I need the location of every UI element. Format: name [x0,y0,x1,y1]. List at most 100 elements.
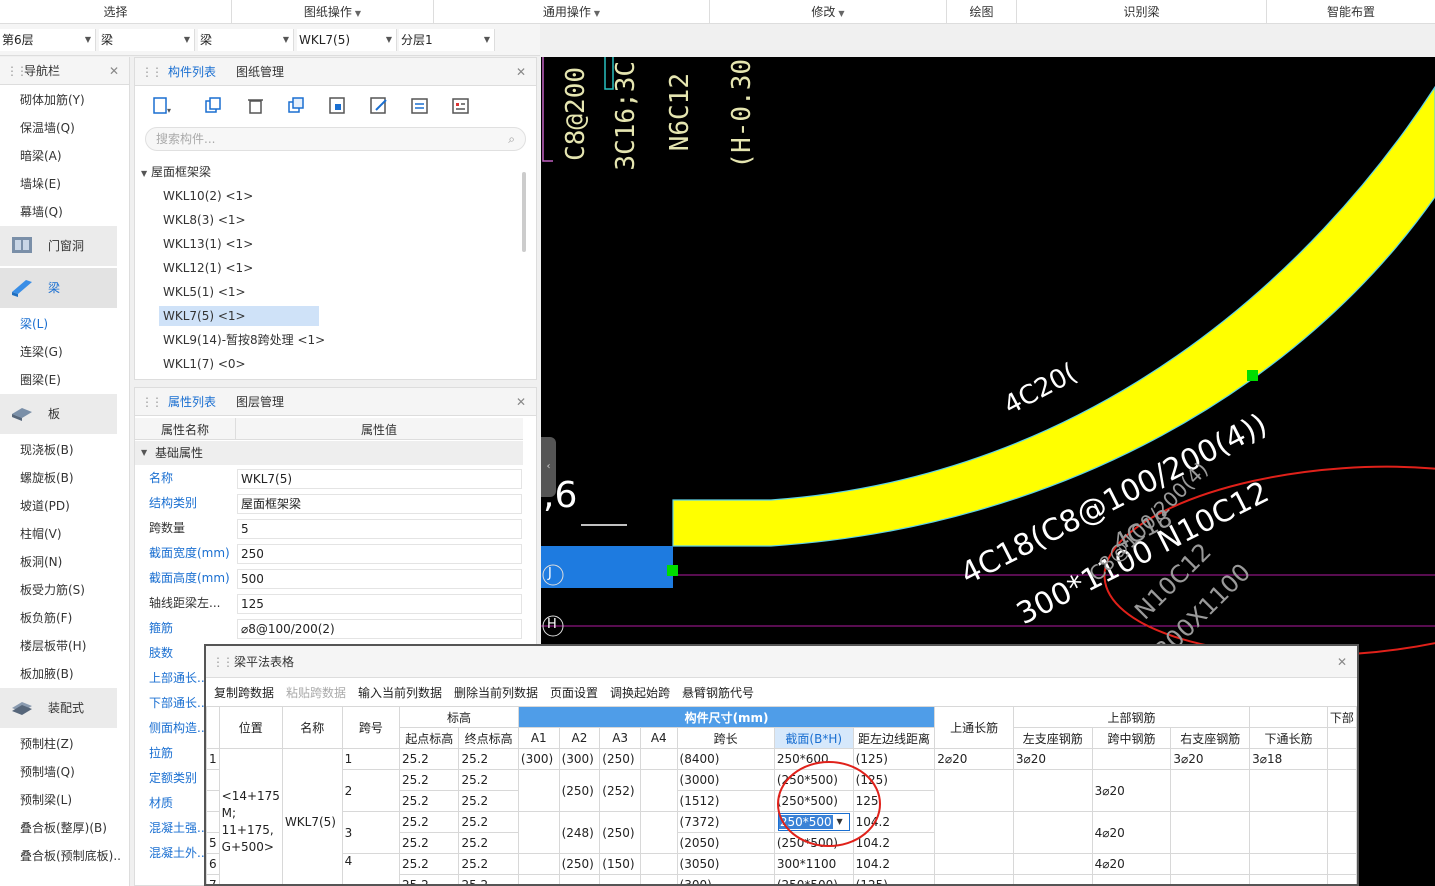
table-row[interactable]: 6 4 25.2 25.2 (250) (150) (3050) 300*110… [206,853,1357,884]
cell[interactable]: (8400) [676,748,775,770]
cell[interactable]: 25.2 [399,748,460,770]
cell[interactable]: (250) [599,748,641,770]
nav-item[interactable]: 预制柱(Z) [20,734,74,754]
tree-item[interactable]: WKL10(2) <1> [159,186,257,206]
cell[interactable] [1249,811,1328,854]
property-value[interactable]: 屋面框架梁 [237,494,522,514]
tab-properties[interactable]: 属性列表 [168,388,216,416]
tree-root[interactable]: ▼ 屋面框架梁 [141,162,211,182]
cell[interactable]: (250) [558,853,601,875]
cell[interactable]: 4⌀20 [1091,811,1172,854]
close-icon[interactable]: ✕ [516,388,526,416]
nav-item[interactable]: 幕墙(Q) [20,202,63,222]
cell[interactable]: 25.2 [399,790,460,812]
cell[interactable] [1326,853,1357,875]
cell[interactable]: 25.2 [399,832,460,854]
section-basic[interactable]: ▼ 基础属性 [135,441,523,465]
nav-item[interactable]: 连梁(G) [20,342,63,362]
nav-group-beam[interactable]: 梁 [0,268,117,308]
input-column-button[interactable]: 输入当前列数据 [358,684,442,701]
cell[interactable] [1249,769,1328,812]
scrollbar[interactable] [522,172,526,252]
cell[interactable] [517,853,560,875]
cell[interactable] [1012,874,1093,884]
cell[interactable] [1326,769,1357,812]
cell[interactable]: 25.2 [458,769,519,791]
cell[interactable]: 25.2 [399,811,460,833]
cell[interactable] [558,874,601,884]
cantilever-code-button[interactable]: 悬臂钢筋代号 [682,684,754,701]
nav-item[interactable]: 板受力筋(S) [20,580,85,600]
cell[interactable] [1249,853,1328,875]
type-select[interactable]: 梁 ▼ [99,29,195,51]
nav-item[interactable]: 螺旋板(B) [20,468,74,488]
tree-item[interactable]: WKL12(1) <1> [159,258,257,278]
cell[interactable] [934,769,1014,812]
cell[interactable]: 25.2 [458,811,519,833]
property-value[interactable]: WKL7(5) [237,469,522,489]
nav-item[interactable]: 板加腋(B) [20,664,74,684]
cell[interactable] [517,769,560,812]
cell[interactable] [599,874,641,884]
cell[interactable] [934,874,1014,884]
nav-group-door[interactable]: 门窗洞 [0,226,117,266]
cell[interactable] [517,811,560,854]
duplicate-icon[interactable] [286,96,308,116]
cell[interactable]: (3000) [676,769,775,791]
cell[interactable] [1012,769,1093,812]
cell[interactable]: 2⌀20 [934,748,1014,770]
nav-item[interactable]: 叠合板(整厚)(B) [20,818,107,838]
component-select[interactable]: WKL7(5) ▼ [297,29,397,51]
layer-select[interactable]: 分层1 ▼ [399,29,495,51]
nav-item[interactable]: 现浇板(B) [20,440,74,460]
nav-item[interactable]: 叠合板(预制底板).. [20,846,121,866]
cell[interactable] [1326,748,1357,770]
grip-point[interactable] [1247,370,1258,381]
cell[interactable]: (7372) [676,811,775,833]
cell[interactable]: 4⌀20 [1091,853,1172,875]
tree-item[interactable]: WKL8(3) <1> [159,210,250,230]
nav-group-prefab[interactable]: 装配式 [0,688,117,728]
name-cell[interactable]: WKL7(5) [281,748,343,884]
swap-start-span-button[interactable]: 调换起始跨 [610,684,670,701]
cell[interactable]: (252) [599,769,641,812]
search-icon[interactable]: ⌕ [508,128,515,150]
cell[interactable]: (250) [558,769,601,812]
cell[interactable]: 104.2 [852,853,936,875]
property-value[interactable]: 500 [237,569,522,589]
cell[interactable] [934,853,1014,875]
cell[interactable]: (300) [676,874,775,884]
nav-item[interactable]: 预制墙(Q) [20,762,75,782]
cell[interactable] [1326,811,1357,854]
cell[interactable]: (250) [599,811,641,854]
nav-item[interactable]: 砌体加筋(Y) [20,90,85,110]
cell[interactable] [1012,853,1093,875]
delete-column-button[interactable]: 删除当前列数据 [454,684,538,701]
cell[interactable]: 3⌀20 [1170,748,1251,770]
cell[interactable]: (248) [558,811,601,854]
ribbon-draw[interactable]: 绘图 [947,0,1017,24]
nav-item-beam-active[interactable]: 梁(L) [20,314,48,334]
cell[interactable]: (125) [852,874,936,884]
nav-item[interactable]: 圈梁(E) [20,370,61,390]
cell[interactable] [639,874,678,884]
drag-handle-icon[interactable]: ⋮⋮ [141,58,163,86]
nav-item[interactable]: 预制梁(L) [20,790,72,810]
cell[interactable]: 25.2 [399,769,460,791]
cell[interactable] [934,811,1014,854]
cell[interactable] [639,748,678,770]
cell[interactable]: 1 [341,748,401,770]
cell[interactable] [1249,874,1328,884]
tab-drawing-management[interactable]: 图纸管理 [236,58,284,86]
nav-item[interactable]: 楼层板带(H) [20,636,86,656]
ribbon-smart-layout[interactable]: 智能布置 [1267,0,1435,24]
nav-item[interactable]: 板洞(N) [20,552,62,572]
ribbon-modify[interactable]: 修改 ▼ [710,0,947,24]
property-value[interactable]: ⌀8@100/200(2) [237,619,522,639]
report-icon[interactable] [450,96,472,116]
cell[interactable] [517,874,560,884]
edit-component-icon[interactable] [368,96,390,116]
tree-item[interactable]: WKL1(7) <0> [159,354,250,374]
tree-item[interactable]: WKL13(1) <1> [159,234,257,254]
cell[interactable]: 300*1100 [773,853,854,875]
